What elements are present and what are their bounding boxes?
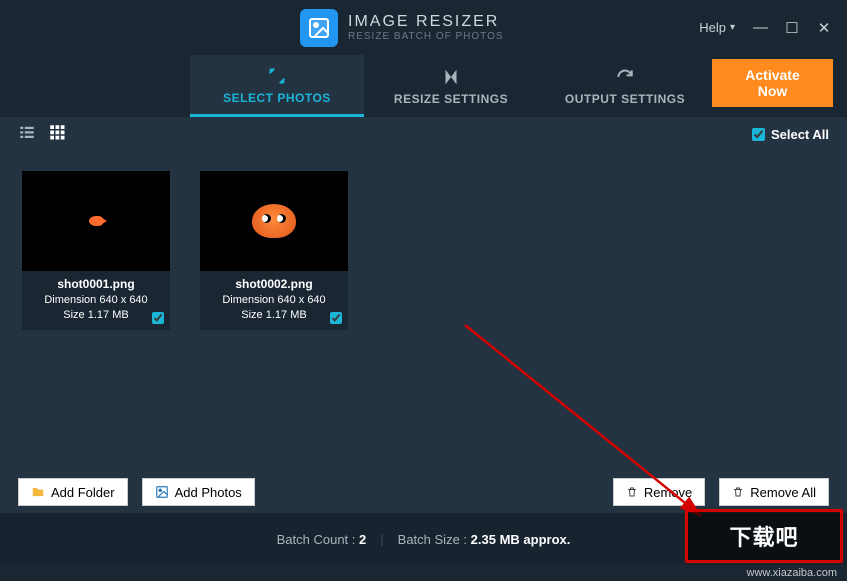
photo-dimension: Dimension 640 x 640	[204, 293, 344, 308]
window-controls: — ☐ ✕	[753, 19, 831, 37]
folder-icon	[31, 485, 45, 499]
app-title: IMAGE RESIZER	[348, 13, 504, 31]
maximize-button[interactable]: ☐	[785, 19, 799, 37]
action-bar: Add Folder Add Photos Remove Remove All	[0, 471, 847, 513]
image-icon	[155, 485, 169, 499]
thumbnail-info: shot0001.png Dimension 640 x 640 Size 1.…	[22, 271, 170, 330]
list-icon	[18, 123, 36, 141]
photo-filename: shot0001.png	[26, 276, 166, 293]
activate-now-button[interactable]: Activate Now	[712, 59, 833, 107]
minimize-button[interactable]: —	[753, 19, 767, 37]
title-bar: IMAGE RESIZER RESIZE BATCH OF PHOTOS Hel…	[0, 0, 847, 55]
watermark-url: www.xiazaiba.com	[747, 567, 837, 579]
add-photos-button[interactable]: Add Photos	[142, 478, 255, 506]
app-logo-icon	[300, 9, 338, 47]
tab-resize-settings[interactable]: RESIZE SETTINGS	[364, 55, 538, 117]
watermark-overlay: 下载吧	[685, 509, 843, 563]
tab-label: SELECT PHOTOS	[223, 91, 331, 105]
watermark-text: 下载吧	[729, 520, 798, 552]
button-label: Add Photos	[175, 485, 242, 500]
expand-arrows-icon	[266, 65, 288, 87]
separator: |	[380, 532, 383, 547]
remove-all-button[interactable]: Remove All	[719, 478, 829, 506]
help-label: Help	[699, 20, 726, 35]
help-menu[interactable]: Help ▾	[699, 20, 735, 35]
main-tabs: SELECT PHOTOS RESIZE SETTINGS OUTPUT SET…	[0, 55, 847, 117]
photo-checkbox[interactable]	[330, 312, 342, 324]
close-button[interactable]: ✕	[817, 19, 831, 37]
select-all-label: Select All	[771, 127, 829, 142]
tab-select-photos[interactable]: SELECT PHOTOS	[190, 55, 364, 117]
resize-arrows-icon	[440, 66, 462, 88]
grid-view-button[interactable]	[48, 123, 66, 146]
thumbnail-image	[200, 171, 348, 271]
grid-icon	[48, 123, 66, 141]
photo-grid: shot0001.png Dimension 640 x 640 Size 1.…	[0, 151, 847, 471]
photo-thumbnail[interactable]: shot0002.png Dimension 640 x 640 Size 1.…	[200, 171, 348, 330]
tab-label: RESIZE SETTINGS	[394, 92, 508, 106]
refresh-icon	[615, 66, 635, 88]
trash-icon	[732, 486, 744, 498]
batch-size-label: Batch Size :	[398, 532, 467, 547]
button-label: Remove All	[750, 485, 816, 500]
app-subtitle: RESIZE BATCH OF PHOTOS	[348, 31, 504, 42]
photo-filename: shot0002.png	[204, 276, 344, 293]
chevron-down-icon: ▾	[730, 22, 735, 33]
trash-icon	[626, 486, 638, 498]
select-all-input[interactable]	[752, 128, 765, 141]
list-view-button[interactable]	[18, 123, 36, 146]
thumbnail-info: shot0002.png Dimension 640 x 640 Size 1.…	[200, 271, 348, 330]
app-title-block: IMAGE RESIZER RESIZE BATCH OF PHOTOS	[348, 13, 504, 42]
view-toolbar: Select All	[0, 117, 847, 151]
remove-button[interactable]: Remove	[613, 478, 705, 506]
button-label: Add Folder	[51, 485, 115, 500]
tab-label: OUTPUT SETTINGS	[565, 92, 685, 106]
photo-thumbnail[interactable]: shot0001.png Dimension 640 x 640 Size 1.…	[22, 171, 170, 330]
tab-output-settings[interactable]: OUTPUT SETTINGS	[538, 55, 712, 117]
select-all-checkbox[interactable]: Select All	[752, 127, 829, 142]
button-label: Remove	[644, 485, 692, 500]
batch-size-value: 2.35 MB approx.	[471, 532, 571, 547]
photo-dimension: Dimension 640 x 640	[26, 293, 166, 308]
photo-checkbox[interactable]	[152, 312, 164, 324]
batch-count-label: Batch Count :	[277, 532, 356, 547]
photo-size: Size 1.17 MB	[204, 308, 344, 323]
batch-count-value: 2	[359, 532, 366, 547]
photo-size: Size 1.17 MB	[26, 308, 166, 323]
thumbnail-image	[22, 171, 170, 271]
add-folder-button[interactable]: Add Folder	[18, 478, 128, 506]
